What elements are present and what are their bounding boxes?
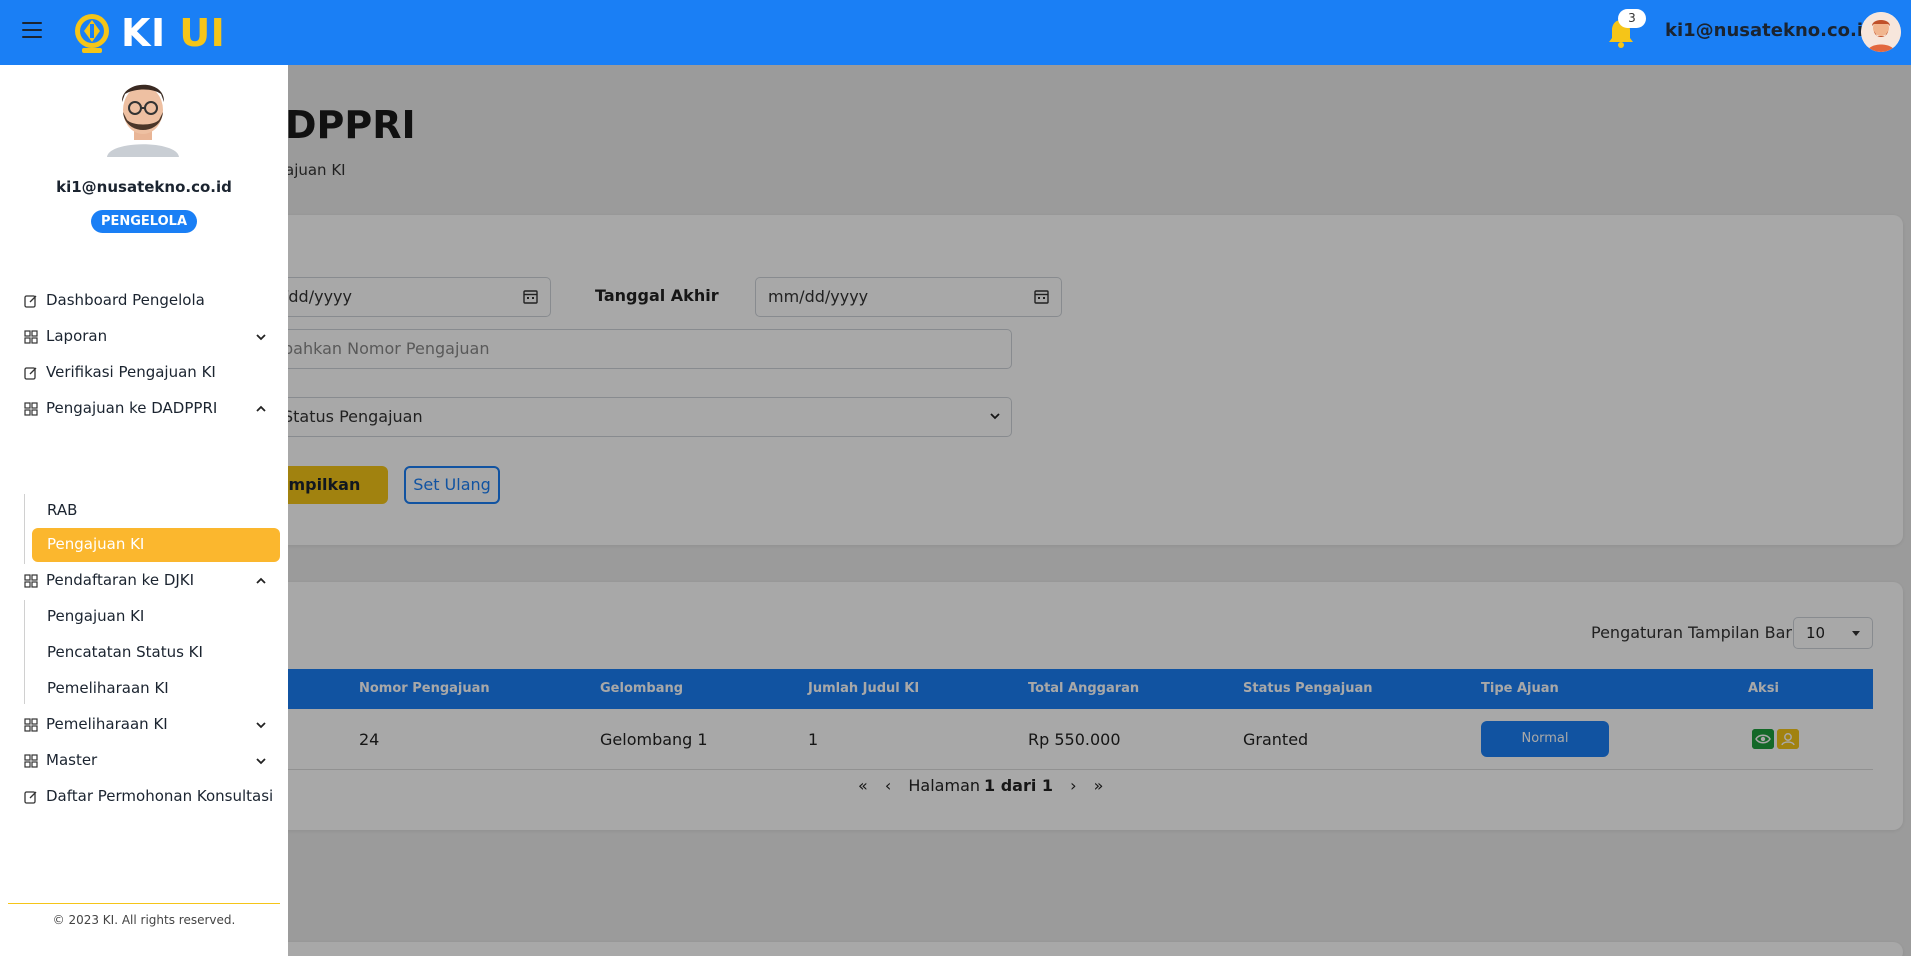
edit-icon [24, 367, 37, 380]
chevron-down-icon [256, 722, 266, 729]
role-badge: PENGELOLA [91, 210, 197, 233]
sidebar-subitem-pencatatan-status[interactable]: Pencatatan Status KI [32, 636, 280, 670]
sidebar-item-label: Pengajuan ke DADPPRI [46, 399, 218, 417]
profile-avatar [107, 74, 179, 157]
sidebar-subitem-label: Pengajuan KI [47, 535, 145, 553]
sidebar-item-label: Dashboard Pengelola [46, 291, 205, 309]
sidebar-user-email: ki1@nusatekno.co.id [56, 178, 232, 196]
chevron-up-icon [256, 405, 266, 412]
sidebar-item-label: Pendaftaran ke DJKI [46, 571, 195, 589]
grid-icon [24, 718, 38, 732]
grid-icon [24, 330, 38, 344]
grid-icon [24, 402, 38, 416]
sidebar-item-pengajuan-dadppri[interactable]: Pengajuan ke DADPPRI [0, 394, 288, 424]
sidebar-subitem-pengajuan-ki[interactable]: Pengajuan KI [32, 600, 280, 634]
sidebar-item-verifikasi[interactable]: Verifikasi Pengajuan KI [0, 358, 288, 388]
sidebar-item-laporan[interactable]: Laporan [0, 322, 288, 352]
sidebar-item-label: Verifikasi Pengajuan KI [46, 363, 216, 381]
top-navbar: KI UI 3 ki1@nusatekno.co.id [0, 0, 1911, 65]
sidebar-subitem-label: Pengajuan KI [47, 607, 145, 625]
hamburger-menu-icon[interactable] [22, 22, 42, 42]
sidebar-subitem-label: Pemeliharaan KI [47, 679, 169, 697]
university-logo [75, 14, 109, 53]
grid-icon [24, 574, 38, 588]
edit-icon [24, 791, 37, 804]
edit-icon [24, 295, 37, 308]
chevron-down-icon [256, 334, 266, 341]
brand-title[interactable]: KI UI [121, 11, 225, 55]
sidebar-subitem-pemeliharaan-ki[interactable]: Pemeliharaan KI [32, 672, 280, 706]
sidebar-subitem-rab[interactable]: RAB [32, 494, 280, 528]
sidebar-item-pemeliharaan[interactable]: Pemeliharaan KI [0, 710, 288, 740]
grid-icon [24, 754, 38, 768]
footer-divider [8, 903, 280, 904]
chevron-up-icon [256, 577, 266, 584]
sidebar-item-label: Master [46, 751, 98, 769]
user-email[interactable]: ki1@nusatekno.co.id [1665, 20, 1876, 41]
sidebar-item-label: Daftar Permohonan Konsultasi [46, 787, 274, 805]
sidebar-subitem-pengajuan-ki-active[interactable]: Pengajuan KI [32, 528, 280, 562]
sidebar-item-dashboard[interactable]: Dashboard Pengelola [0, 286, 288, 316]
user-avatar[interactable] [1861, 12, 1901, 52]
sidebar-subitem-label: Pencatatan Status KI [47, 643, 203, 661]
sidebar-subitem-label: RAB [47, 501, 78, 519]
sidebar-item-konsultasi[interactable]: Daftar Permohonan Konsultasi [0, 782, 288, 812]
submenu-divider [24, 494, 25, 564]
sidebar-item-label: Pemeliharaan KI [46, 715, 168, 733]
sidebar-footer: © 2023 KI. All rights reserved. [52, 913, 236, 927]
sidebar-item-label: Laporan [46, 327, 108, 345]
notification-count-badge: 3 [1618, 9, 1646, 28]
sidebar: ki1@nusatekno.co.id PENGELOLA Dashboard … [0, 65, 288, 956]
sidebar-item-master[interactable]: Master [0, 746, 288, 776]
chevron-down-icon [256, 758, 266, 765]
sidebar-item-pendaftaran-djki[interactable]: Pendaftaran ke DJKI [0, 566, 288, 596]
submenu-divider [24, 600, 25, 704]
